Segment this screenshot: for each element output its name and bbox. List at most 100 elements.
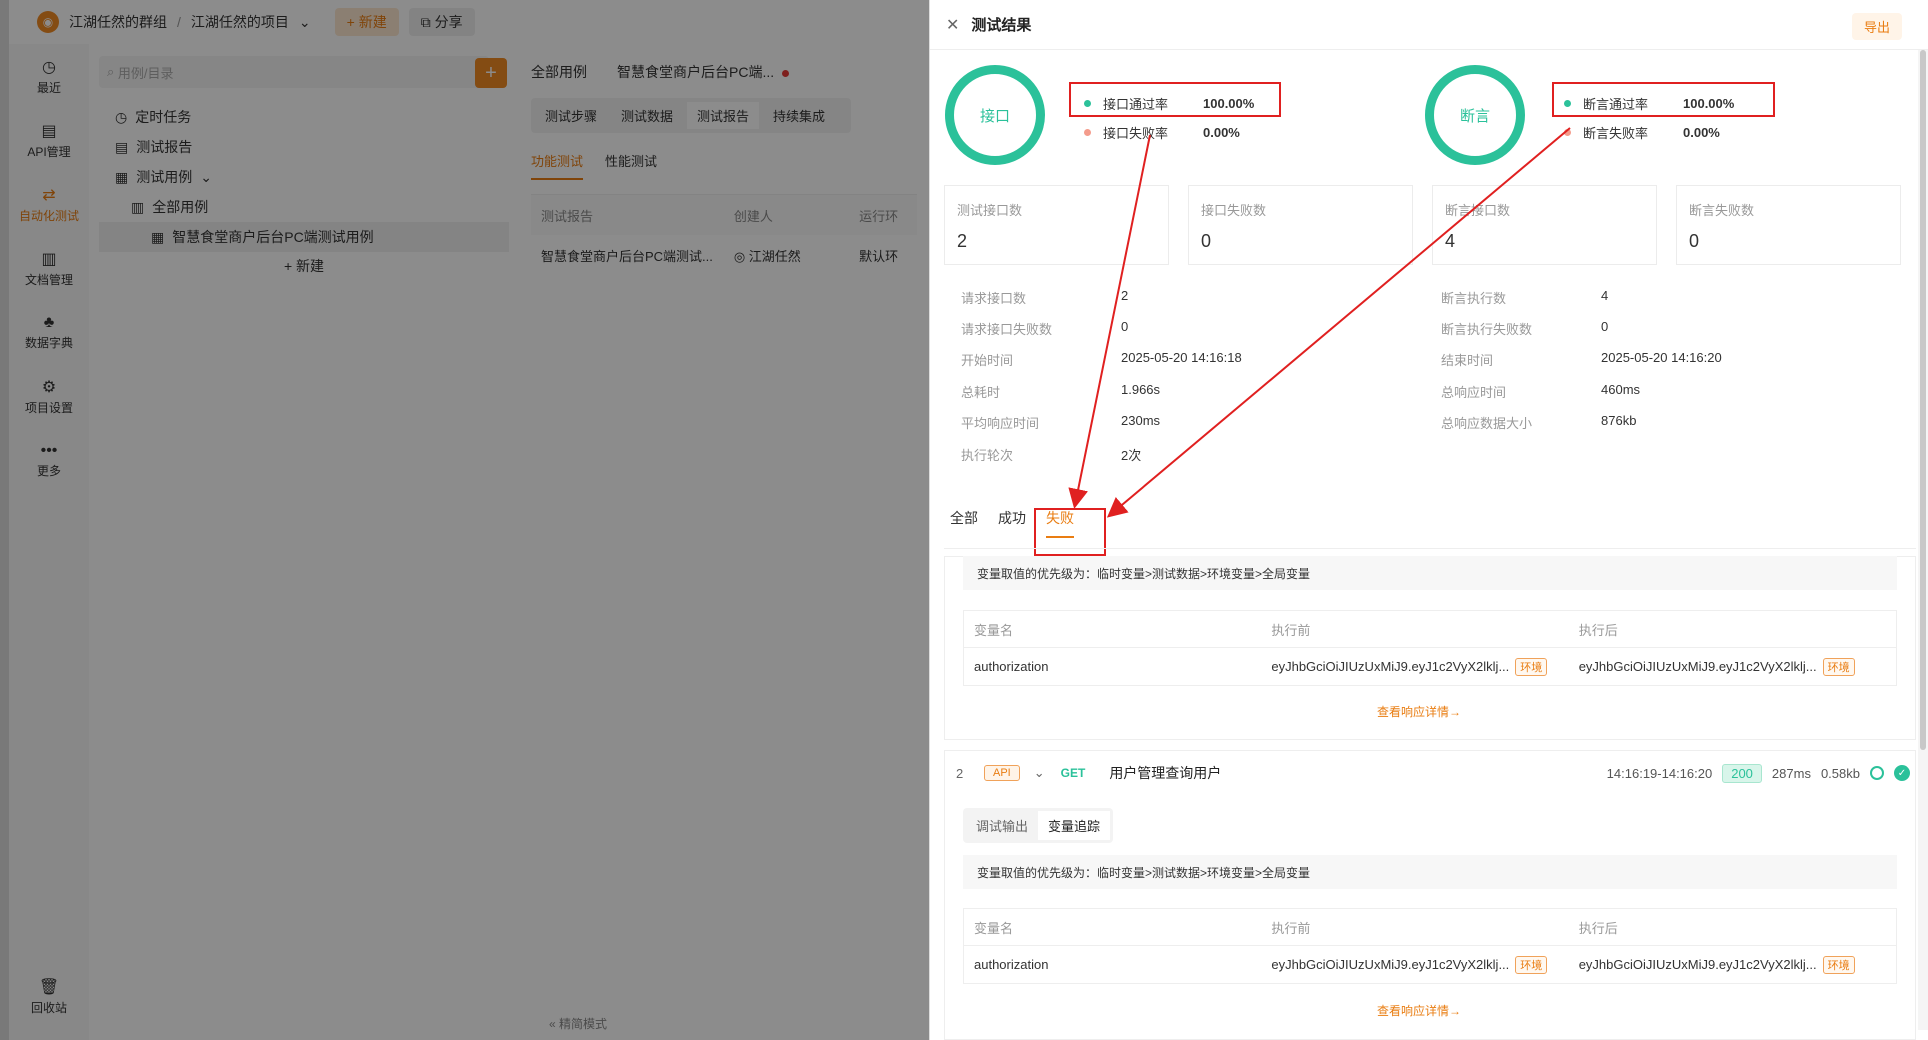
step-size: 0.58kb <box>1820 765 1860 781</box>
priority-notice: 变量取值的优先级为：临时变量>测试数据>环境变量>全局变量 <box>963 556 1897 590</box>
stat-card: 测试接口数 2 <box>944 185 1169 265</box>
card-label: 断言失败数 <box>1689 203 1755 218</box>
kv-row: 执行轮次 2次 <box>961 445 1141 464</box>
kv-row: 开始时间 2025-05-20 14:16:18 <box>961 350 1242 369</box>
api-fail-value: 0.00% <box>1203 125 1240 140</box>
kv-value: 1.966s <box>1121 382 1161 397</box>
kv-row: 断言执行数 4 <box>1441 288 1608 307</box>
kv-value: 876kb <box>1601 413 1637 428</box>
col-header: 执行后 <box>1578 622 1618 638</box>
kv-key: 请求接口数 <box>961 291 1027 306</box>
env-tag: 环境 <box>1515 657 1548 676</box>
col-header: 执行后 <box>1578 920 1618 936</box>
export-button[interactable]: 导出 <box>1851 13 1902 40</box>
modal-overlay[interactable] <box>0 0 929 1040</box>
kv-value: 230ms <box>1121 413 1161 428</box>
variable-table: 变量名 执行前 执行后 authorization eyJhbGciOiJIUzUx… <box>963 610 1897 686</box>
step-info: 14:16:19-14:16:20 200 287ms 0.58kb ✓ <box>1606 763 1910 783</box>
stat-card: 断言接口数 4 <box>1432 185 1657 265</box>
kv-key: 断言执行失败数 <box>1441 322 1533 337</box>
api-fail-label: 接口失败率 <box>1103 126 1169 141</box>
kv-row: 总响应时间 460ms <box>1441 382 1640 401</box>
assert-ring: 断言 <box>1425 65 1525 165</box>
col-header: 执行前 <box>1271 920 1311 936</box>
kv-value: 460ms <box>1601 382 1641 397</box>
kv-row: 平均响应时间 230ms <box>961 413 1160 432</box>
annotation-box <box>1069 82 1281 117</box>
kv-value: 0 <box>1121 319 1129 334</box>
kv-key: 执行轮次 <box>961 448 1014 463</box>
var-after-value: eyJhbGciOiJIUzUxMiJ9.eyJ1c2VyX2lklj... <box>1578 957 1817 972</box>
api-fail-rate: 接口失败率 0.00% <box>1084 123 1240 142</box>
assert-fail-label: 断言失败率 <box>1583 126 1649 141</box>
kv-key: 请求接口失败数 <box>961 322 1053 337</box>
var-name: authorization <box>974 957 1049 972</box>
step-time: 14:16:19-14:16:20 <box>1606 765 1713 781</box>
var-after: eyJhbGciOiJIUzUxMiJ9.eyJ1c2VyX2lklj... 环境 <box>1579 657 1896 676</box>
step-duration: 287ms <box>1771 765 1811 781</box>
table-row: authorization eyJhbGciOiJIUzUxMiJ9.eyJ1c… <box>964 648 1896 685</box>
tab-debug-output[interactable]: 调试输出 <box>966 811 1038 840</box>
scrollbar-thumb[interactable] <box>1920 50 1926 750</box>
env-tag: 环境 <box>1515 955 1548 974</box>
http-method: GET <box>1060 766 1086 780</box>
stat-card: 接口失败数 0 <box>1188 185 1413 265</box>
step-number: 2 <box>956 765 964 781</box>
kv-row: 结束时间 2025-05-20 14:16:20 <box>1441 350 1722 369</box>
card-value: 0 <box>1201 231 1212 251</box>
card-value: 4 <box>1445 231 1456 251</box>
api-ring: 接口 <box>945 65 1045 165</box>
var-after: eyJhbGciOiJIUzUxMiJ9.eyJ1c2VyX2lklj... 环境 <box>1578 955 1896 974</box>
api-badge: API <box>984 765 1020 781</box>
kv-value: 4 <box>1601 288 1609 303</box>
env-tag: 环境 <box>1822 657 1855 676</box>
card-label: 测试接口数 <box>957 203 1023 218</box>
check-circle-icon: ✓ <box>1894 765 1910 781</box>
chevron-down-icon[interactable]: ⌄ <box>1034 765 1045 781</box>
var-before-value: eyJhbGciOiJIUzUxMiJ9.eyJ1c2VyX2lklj... <box>1271 957 1510 972</box>
var-before: eyJhbGciOiJIUzUxMiJ9.eyJ1c2VyX2lklj... 环境 <box>1271 657 1578 676</box>
assert-fail-rate: 断言失败率 0.00% <box>1564 123 1720 142</box>
tab-success[interactable]: 成功 <box>998 508 1026 538</box>
col-header: 变量名 <box>974 920 1014 936</box>
kv-value: 2次 <box>1121 448 1142 463</box>
tab-variable-trace[interactable]: 变量追踪 <box>1038 811 1111 840</box>
kv-key: 平均响应时间 <box>961 416 1040 431</box>
tab-all[interactable]: 全部 <box>950 508 978 538</box>
kv-row: 请求接口数 2 <box>961 288 1128 307</box>
kv-key: 断言执行数 <box>1441 291 1507 306</box>
card-value: 0 <box>1689 231 1700 251</box>
assert-fail-value: 0.00% <box>1683 125 1720 140</box>
step-header[interactable]: 2 API ⌄ GET 用户管理查询用户 14:16:19-14:16:20 2… <box>944 752 1916 794</box>
col-header: 执行前 <box>1271 622 1311 638</box>
var-before: eyJhbGciOiJIUzUxMiJ9.eyJ1c2VyX2lklj... 环境 <box>1271 955 1578 974</box>
status-badge: 200 <box>1722 763 1762 783</box>
test-result-drawer: ✕ 测试结果 导出 接口 接口通过率 100.00% 接口失败率 0.00% 断言 … <box>929 0 1928 1040</box>
view-response-link[interactable]: 查看响应详情→ <box>1377 703 1461 720</box>
var-before-value: eyJhbGciOiJIUzUxMiJ9.eyJ1c2VyX2lklj... <box>1271 659 1510 674</box>
variable-table: 变量名 执行前 执行后 authorization eyJhbGciOiJIUzUx… <box>963 908 1897 984</box>
red-dot <box>1564 129 1571 136</box>
drawer-title: 测试结果 <box>971 17 1032 34</box>
stat-card: 断言失败数 0 <box>1676 185 1901 265</box>
col-header: 变量名 <box>974 622 1014 638</box>
view-response-link[interactable]: 查看响应详情→ <box>1377 1002 1461 1019</box>
debug-tabs: 调试输出 变量追踪 <box>963 808 1114 843</box>
scrollbar[interactable] <box>1918 50 1928 1030</box>
kv-row: 断言执行失败数 0 <box>1441 319 1608 338</box>
card-label: 接口失败数 <box>1201 203 1267 218</box>
kv-value: 2025-05-20 14:16:20 <box>1601 350 1722 365</box>
globe-icon <box>1870 766 1884 780</box>
kv-value: 0 <box>1601 319 1609 334</box>
env-tag: 环境 <box>1822 955 1855 974</box>
kv-row: 总耗时 1.966s <box>961 382 1160 401</box>
kv-key: 总响应数据大小 <box>1441 416 1533 431</box>
table-row: authorization eyJhbGciOiJIUzUxMiJ9.eyJ1c… <box>964 946 1896 983</box>
kv-key: 开始时间 <box>961 353 1014 368</box>
kv-row: 总响应数据大小 876kb <box>1441 413 1636 432</box>
kv-key: 结束时间 <box>1441 353 1494 368</box>
kv-value: 2 <box>1121 288 1129 303</box>
close-icon[interactable]: ✕ <box>946 15 959 35</box>
kv-value: 2025-05-20 14:16:18 <box>1121 350 1242 365</box>
var-name: authorization <box>974 659 1049 674</box>
